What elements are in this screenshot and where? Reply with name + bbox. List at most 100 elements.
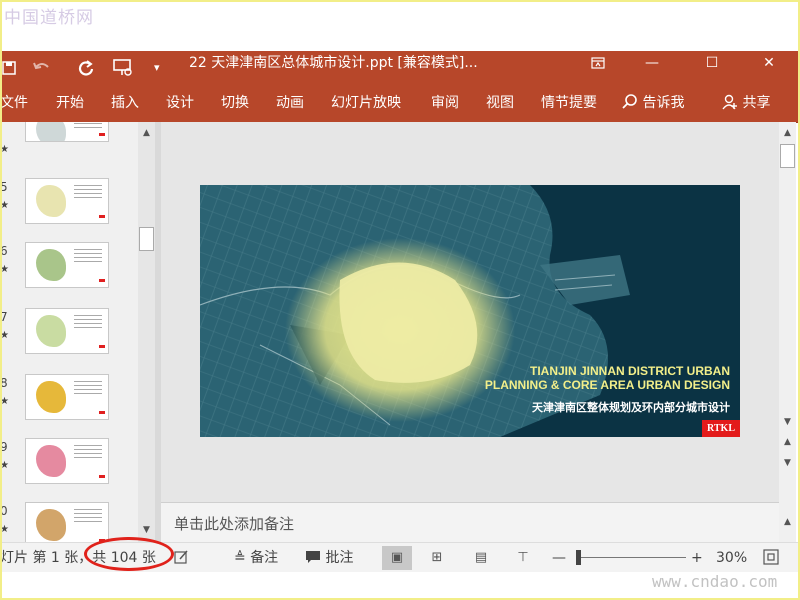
animation-star-icon: ★ (0, 264, 9, 275)
slideshow-icon[interactable]: ⊤ (508, 546, 538, 570)
scroll-up-icon-notes[interactable]: ▲ (779, 514, 796, 530)
save-icon[interactable] (2, 51, 16, 84)
document-title: 22 天津津南区总体城市设计.ppt [兼容模式]... (189, 55, 478, 71)
comments-label: 批注 (325, 550, 354, 566)
animation-star-icon: ★ (0, 200, 9, 211)
slide-number: 8 (0, 376, 8, 390)
close-button[interactable]: ✕ (749, 51, 789, 77)
next-slide-icon[interactable]: ▼ (779, 455, 796, 471)
notes-label: 备注 (250, 550, 279, 566)
scroll-down-icon[interactable]: ▼ (138, 522, 155, 539)
thumbnail-map (36, 315, 66, 347)
tab-animations[interactable]: 动画 (276, 84, 304, 122)
redo-icon[interactable] (78, 51, 94, 84)
tab-design[interactable]: 设计 (166, 84, 194, 122)
animation-star-icon: ★ (0, 144, 9, 155)
tab-review[interactable]: 审阅 (431, 84, 459, 122)
thumbnail-text (74, 249, 102, 265)
notes-button[interactable]: ≜ 备注 (234, 543, 278, 573)
previous-slide-icon[interactable]: ▲ (779, 434, 796, 450)
slide-thumbnail-pane[interactable]: ★ 5 ★ 6 ★ 7 ★ 8 ★ 9 ★ 0 ★ (0, 122, 138, 542)
slide-thumbnail[interactable] (25, 122, 109, 142)
tab-storyboard[interactable]: 情节提要 (541, 84, 597, 122)
thumbnail-logo (99, 133, 105, 136)
slide-thumbnail[interactable] (25, 374, 109, 420)
thumbnail-text (74, 185, 102, 201)
fit-to-window-icon[interactable] (763, 543, 779, 573)
slide-thumbnail[interactable] (25, 502, 109, 542)
thumbnail-map (36, 249, 66, 281)
thumbnail-text (74, 509, 102, 525)
thumbnail-logo (99, 215, 105, 218)
scroll-up-icon[interactable]: ▲ (779, 125, 796, 141)
comment-icon (306, 551, 320, 563)
tell-me-box[interactable]: 告诉我 (622, 84, 684, 122)
slide-title-en-line2: PLANNING & CORE AREA URBAN DESIGN (484, 378, 730, 392)
person-icon (722, 94, 737, 110)
tab-slideshow[interactable]: 幻灯片放映 (331, 84, 401, 122)
thumbnail-map (36, 381, 66, 413)
undo-icon[interactable] (32, 51, 52, 84)
tab-insert[interactable]: 插入 (111, 84, 139, 122)
share-button[interactable]: 共享 (722, 84, 770, 122)
tab-transitions[interactable]: 切换 (221, 84, 249, 122)
minimize-button[interactable]: — (632, 51, 672, 77)
slide-title-en-line1: TIANJIN JINNAN DISTRICT URBAN (529, 364, 730, 378)
slide-number: 6 (0, 244, 8, 258)
thumbnail-text (74, 445, 102, 461)
scroll-down-icon[interactable]: ▼ (779, 414, 796, 430)
slide-thumbnail[interactable] (25, 438, 109, 484)
maximize-button[interactable]: ☐ (692, 51, 732, 77)
notes-placeholder: 单击此处添加备注 (174, 515, 295, 533)
slide-number: 9 (0, 440, 8, 454)
qat-more-icon[interactable]: ▾ (154, 51, 160, 84)
slide-sorter-icon[interactable]: ⊞ (422, 546, 452, 570)
presentation-icon[interactable] (112, 51, 134, 84)
thumbnail-map (36, 509, 66, 541)
notes-pane[interactable]: 单击此处添加备注 (161, 502, 779, 542)
thumbnail-scrollbar[interactable]: ▲ ▼ (138, 122, 155, 542)
comments-button[interactable]: 批注 (305, 543, 353, 573)
thumbnail-map (36, 122, 66, 141)
scroll-thumb[interactable] (780, 144, 795, 168)
animation-star-icon: ★ (0, 396, 9, 407)
normal-view-icon[interactable]: ▣ (382, 546, 412, 570)
tab-file[interactable]: 文件 (0, 84, 28, 122)
animation-star-icon: ★ (0, 330, 9, 341)
zoom-slider-track[interactable] (578, 557, 686, 558)
thumbnail-map (36, 445, 66, 477)
spell-check-icon[interactable] (174, 543, 190, 573)
annotation-circle (84, 537, 174, 571)
slide-editor[interactable]: TIANJIN JINNAN DISTRICT URBAN PLANNING &… (161, 122, 779, 502)
zoom-in-button[interactable]: + (691, 543, 703, 573)
thumbnail-logo (99, 475, 105, 478)
zoom-out-button[interactable]: — (552, 543, 566, 573)
rtkl-logo: RTKL (702, 420, 740, 437)
watermark: www.cndao.com (652, 572, 778, 591)
slide-number: 5 (0, 180, 8, 194)
reading-view-icon[interactable]: ▤ (466, 546, 496, 570)
scroll-up-icon[interactable]: ▲ (138, 125, 155, 142)
title-bar: ▾ 22 天津津南区总体城市设计.ppt [兼容模式]... — ☐ ✕ (0, 51, 800, 84)
slide-thumbnail[interactable] (25, 178, 109, 224)
ribbon-tabs: 文件 开始 插入 设计 切换 动画 幻灯片放映 审阅 视图 情节提要 告诉我 共… (0, 84, 800, 123)
animation-star-icon: ★ (0, 460, 9, 471)
ribbon-display-icon[interactable] (578, 51, 618, 77)
site-logo: 中国道桥网 (4, 8, 94, 28)
thumbnail-logo (99, 345, 105, 348)
slide-number: 7 (0, 310, 8, 324)
thumbnail-text (74, 122, 102, 131)
thumbnail-map (36, 185, 66, 217)
thumbnail-logo (99, 279, 105, 282)
current-slide[interactable]: TIANJIN JINNAN DISTRICT URBAN PLANNING &… (200, 185, 740, 437)
thumbnail-logo (99, 411, 105, 414)
slide-thumbnail[interactable] (25, 308, 109, 354)
scroll-thumb[interactable] (139, 227, 154, 251)
tab-home[interactable]: 开始 (56, 84, 84, 122)
slide-thumbnail[interactable] (25, 242, 109, 288)
tab-view[interactable]: 视图 (486, 84, 514, 122)
zoom-slider-knob[interactable] (576, 550, 581, 565)
slide-number: 0 (0, 504, 8, 518)
slide-scrollbar[interactable]: ▲ ▼ ▲ ▼ ▲ (779, 122, 796, 542)
zoom-level[interactable]: 30% (716, 543, 747, 573)
